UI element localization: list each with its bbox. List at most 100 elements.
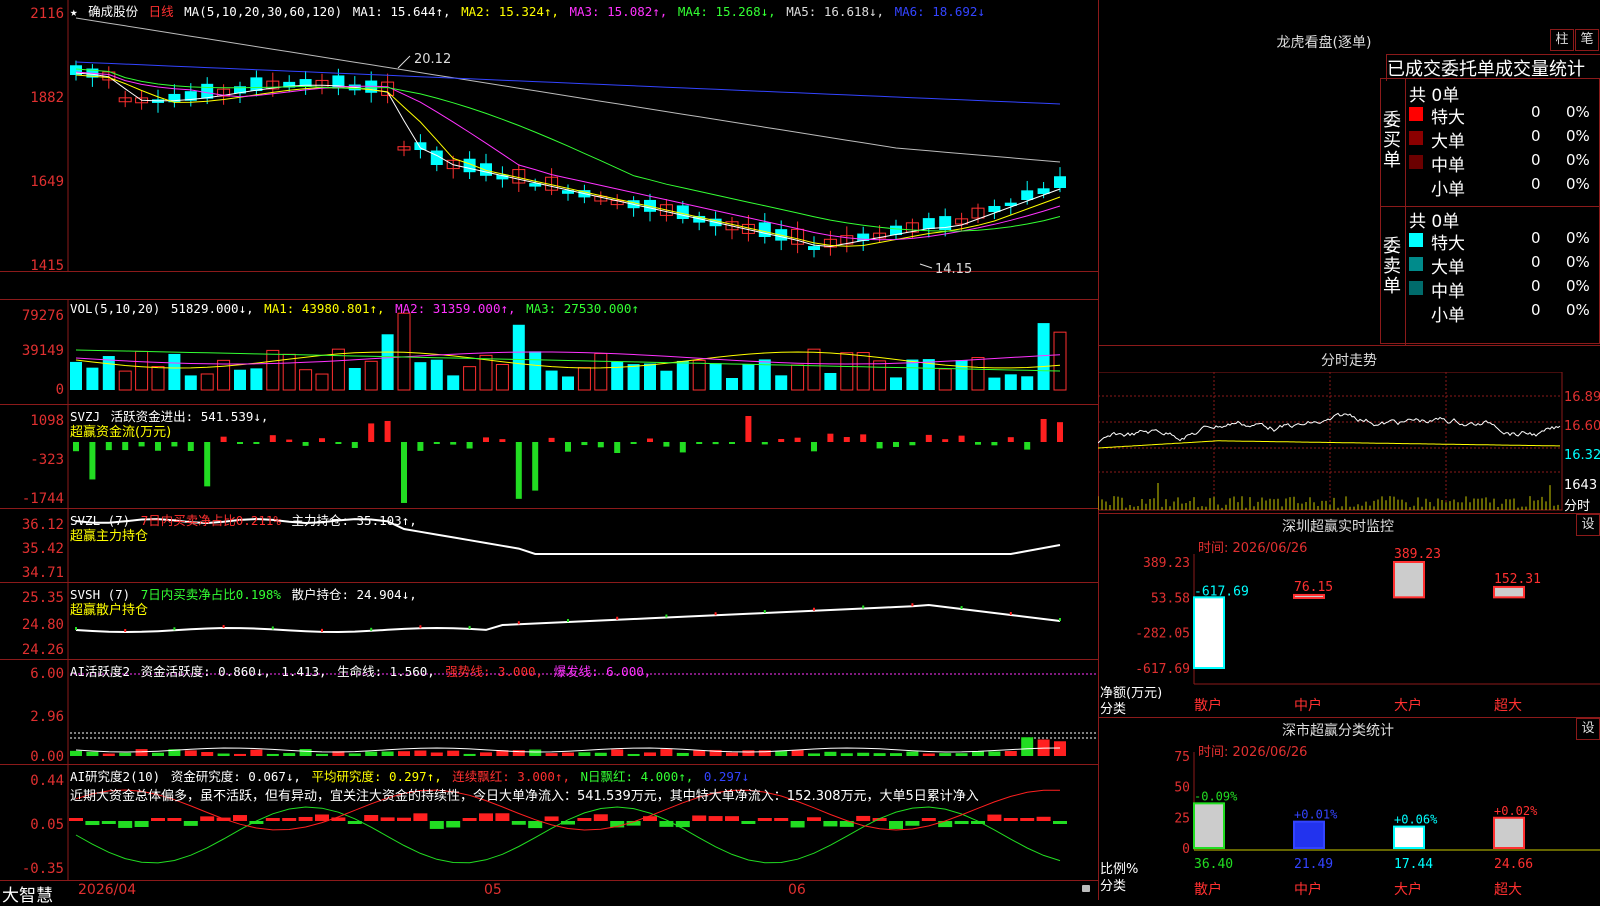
ai2-bar	[1003, 818, 1018, 821]
volume-panel[interactable]: VOL(5,10,20) 51829.000↓, MA1: 43980.801↑…	[0, 299, 1098, 406]
volume-bar	[151, 366, 165, 391]
svzj-bar	[532, 442, 539, 491]
monitor-panel[interactable]: 深圳超赢实时监控 设 时间: 2026/06/26 389.23 53.58 -28…	[1098, 513, 1600, 717]
ai-research-header: AI研究度2(10) 资金研究度: 0.067↓, 平均研究度: 0.297↑,…	[70, 766, 752, 785]
monitor-value-label: 389.23	[1394, 547, 1441, 562]
buy-row-label: 小单	[1431, 180, 1465, 200]
sell-row-count: 0	[1531, 301, 1541, 319]
monitor-value-label: 76.15	[1294, 580, 1333, 595]
ai2-bar	[528, 821, 543, 829]
svzj-bar	[630, 442, 637, 444]
intraday-vol-label: 1643	[1564, 478, 1598, 493]
ai1-burst: 爆发线: 6.000,	[553, 664, 652, 679]
ai2-ytick: -0.35	[21, 861, 64, 877]
svzj-ytick: 1098	[30, 413, 64, 429]
svsh-tick	[124, 628, 127, 632]
classify-category: 散户	[1194, 881, 1222, 898]
ai2-bar	[593, 814, 608, 821]
svsh-ytick: 24.80	[21, 617, 64, 633]
ai-research-panel[interactable]: AI研究度2(10) 资金研究度: 0.067↓, 平均研究度: 0.297↑,…	[0, 765, 1098, 880]
svzj-bar	[827, 433, 834, 442]
svzj-bar	[319, 438, 325, 442]
ai1-bar	[316, 753, 328, 756]
classify-value-label: 17.44	[1394, 857, 1433, 872]
ai2-ytick: 0.05	[30, 817, 64, 833]
ai2-value5: 0.297↓	[703, 769, 749, 784]
svzj-bar	[565, 442, 571, 452]
svsh-panel[interactable]: SVSH (7) 7日内买卖净占比0.198% 散户持仓: 24.904↓, 超…	[0, 583, 1098, 660]
ai1-bar	[1054, 741, 1066, 756]
ai2-bar	[544, 816, 559, 821]
svzj-bar	[729, 442, 735, 444]
svzj-panel[interactable]: SVZJ 活跃资金进出: 541.539↓, 超赢资金流(万元) 1098 -3…	[0, 405, 1098, 509]
lock-icon[interactable]	[1082, 885, 1090, 892]
monitor-bar	[1193, 596, 1225, 669]
svzj-bar	[794, 437, 801, 442]
column-mode-button[interactable]: 柱	[1550, 29, 1574, 51]
svsh-tick	[960, 606, 963, 609]
svzj-bar	[122, 442, 129, 451]
buy-swatch	[1409, 155, 1423, 169]
ai1-ytick: 6.00	[30, 666, 64, 682]
classify-category: 中户	[1294, 881, 1322, 898]
volume-bar	[988, 377, 1001, 390]
svzl-panel[interactable]: SVZL (7) 7日内买卖净占比0.211% 主力持仓: 35.103↑, 超…	[0, 509, 1098, 583]
ma6-value: MA6: 18.692↓	[894, 4, 985, 19]
buy-swatch	[1409, 131, 1423, 145]
ma5-value: MA5: 16.618↓,	[786, 4, 885, 19]
ai2-ytick: 0.44	[30, 773, 64, 789]
svzl-ytick: 36.12	[21, 517, 64, 533]
buy-swatch	[1409, 179, 1423, 193]
svsh-tick	[714, 612, 717, 616]
ai2-bar	[397, 817, 411, 821]
ai1-bar	[562, 752, 574, 756]
volume-bar	[266, 349, 280, 391]
low-marker	[919, 263, 933, 269]
ai2-bar	[69, 818, 83, 821]
ai1-bar	[348, 753, 361, 756]
ai1-bar	[939, 753, 952, 756]
classify-panel[interactable]: 深市超赢分类统计 设 时间: 2026/06/26 75 50 25 0 -0.09% 3…	[1098, 717, 1600, 900]
ai-activity-panel[interactable]: AI活跃度2 资金活跃度: 0.860↓, 1.413, 生命线: 1.560,…	[0, 660, 1098, 765]
ai1-bar	[873, 753, 886, 756]
svzj-bar	[433, 442, 440, 444]
svzj-bar	[89, 442, 96, 480]
sell-swatch	[1409, 233, 1423, 247]
svsh-tick	[271, 626, 274, 630]
stock-name[interactable]: 确成股份	[88, 4, 138, 19]
sell-swatch	[1409, 257, 1423, 271]
ai1-bar	[299, 749, 312, 756]
star-icon[interactable]: ★	[70, 4, 78, 19]
lhb-panel[interactable]: 龙虎看盘(逐单) 柱 笔 已成交委托单成交量统计 委买单 委卖单 共 0单 共 …	[1098, 0, 1600, 345]
ai1-bar	[644, 752, 656, 756]
svzl-ratio: 7日内买卖净占比0.211%	[140, 513, 281, 528]
buy-row-pct: 0%	[1566, 175, 1590, 193]
classify-chart[interactable]: 75 50 25 0 -0.09% 36.40 散户 +0.01% 21.49 中户 +0.06% 1…	[1098, 718, 1600, 901]
intraday-chart[interactable]	[1098, 372, 1600, 512]
ai1-bar	[184, 750, 197, 756]
ai2-bar	[938, 821, 953, 828]
buy-row-label: 特大	[1431, 108, 1465, 128]
kline-chart[interactable]	[0, 0, 1098, 272]
svzj-bar	[876, 442, 883, 449]
volume-header: VOL(5,10,20) 51829.000↓, MA1: 43980.801↑…	[70, 301, 642, 316]
sell-row-label: 大单	[1431, 258, 1465, 278]
volume-bar	[70, 361, 82, 390]
classify-bar	[1293, 820, 1325, 849]
tick-mode-button[interactable]: 笔	[1575, 29, 1599, 51]
period-label[interactable]: 日线	[149, 4, 174, 19]
intraday-panel[interactable]: 分时走势 16.89 16.60 16.32 1643 分时	[1098, 345, 1600, 514]
svzj-bar	[843, 437, 850, 442]
monitor-chart[interactable]: 389.23 53.58 -282.05 -617.69 -617.69 散户 76.15 中…	[1098, 514, 1600, 718]
ai2-bar	[167, 818, 182, 821]
ai1-bar	[676, 752, 689, 756]
svsh-tick	[173, 627, 176, 631]
ai2-bar	[200, 816, 215, 821]
kline-panel[interactable]: ★ 确成股份 日线 MA(5,10,20,30,60,120) MA1: 15.…	[0, 0, 1098, 277]
volume-bar	[824, 372, 837, 390]
classify-value-label: 21.49	[1294, 857, 1333, 872]
ai1-bar	[906, 751, 919, 756]
svzj-bar	[942, 439, 949, 442]
lhb-tabs[interactable]: 已成交委托单成交量统计	[1386, 54, 1600, 81]
ai2-bar	[577, 818, 592, 821]
